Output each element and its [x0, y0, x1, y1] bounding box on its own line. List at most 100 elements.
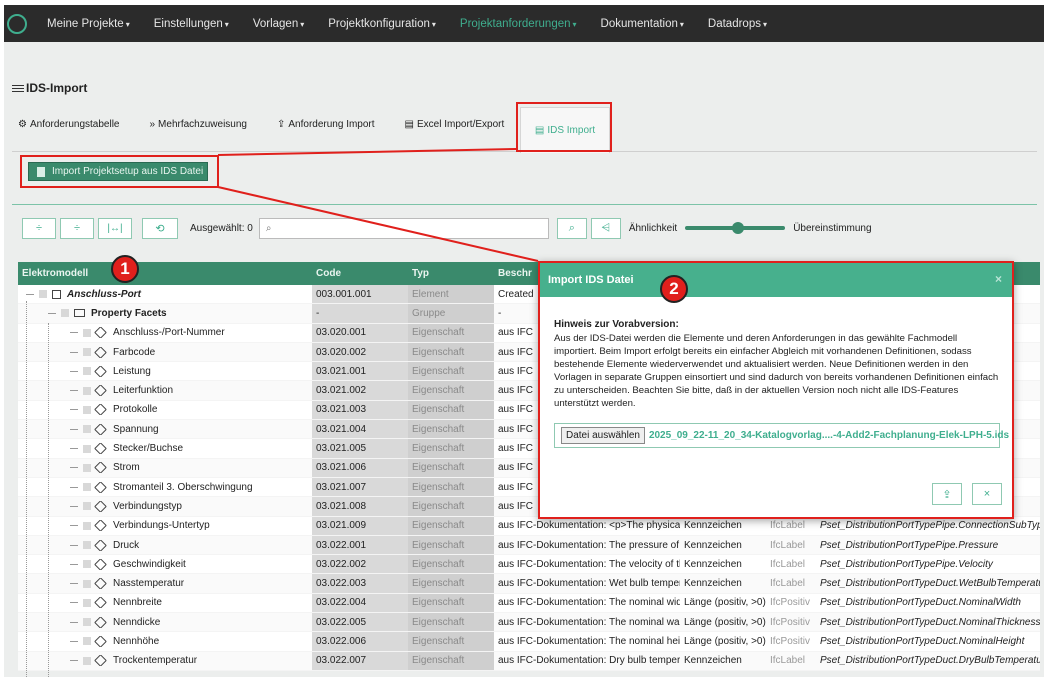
nav-projektkonfiguration[interactable]: Projektkonfiguration ▾: [328, 18, 436, 30]
nav-datadrops[interactable]: Datadrops ▾: [708, 18, 767, 30]
table-row[interactable]: Nennhöhe 03.022.006 Eigenschaft aus IFC-Dok…: [18, 632, 1040, 652]
table-row[interactable]: Trockentemperatur 03.022.007 Eigenschaft au…: [18, 651, 1040, 671]
row-name-label: Nennbreite: [113, 597, 162, 609]
row-code-cell: 03.021.002: [312, 381, 408, 400]
nav-einstellungen[interactable]: Einstellungen ▾: [154, 18, 229, 30]
row-name-cell: Stromanteil 3. Oberschwingung: [18, 481, 312, 493]
header-elektromodell[interactable]: Elektromodell: [18, 268, 312, 279]
row-checkbox[interactable]: [83, 425, 91, 434]
search-button[interactable]: ⌕: [556, 217, 587, 239]
close-icon[interactable]: ×: [995, 272, 1002, 286]
row-checkbox[interactable]: [83, 541, 91, 549]
nav-dokumentation[interactable]: Dokumentation ▾: [601, 18, 684, 30]
tree-connector: [70, 525, 78, 527]
app-logo-icon[interactable]: [7, 13, 27, 34]
row-checkbox[interactable]: [83, 444, 91, 453]
row-checkbox[interactable]: [83, 579, 91, 588]
row-checkbox[interactable]: [83, 521, 91, 530]
tag-icon: [94, 616, 107, 628]
row-checkbox[interactable]: [61, 309, 69, 318]
import-projektsetup-button[interactable]: Import Projektsetup aus IDS Datei: [28, 162, 208, 181]
choose-file-button[interactable]: Datei auswählen: [561, 427, 645, 445]
row-checkbox[interactable]: [83, 463, 91, 472]
tag-icon: [94, 558, 107, 570]
row-pset-cell: Pset_DistributionPortTypeDuct.NominalWid…: [820, 597, 1021, 609]
tab-anforderungstabelle[interactable]: ⚙ Anforderungstabelle: [18, 119, 119, 130]
row-checkbox[interactable]: [83, 618, 91, 627]
nav-projektanforderungen[interactable]: Projektanforderungen ▾: [460, 18, 577, 30]
tab-bar: ⚙ Anforderungstabelle » Mehrfachzuweisung …: [18, 107, 610, 153]
table-row[interactable]: Nasstemperatur 03.022.003 Eigenschaft aus I…: [18, 574, 1040, 594]
annotation-highlight-tab: [516, 102, 612, 152]
file-input[interactable]: Datei auswählen 2025_09_22-11_20_34-Kata…: [554, 423, 1009, 449]
row-name-cell: Verbindungs-Untertyp: [18, 520, 312, 532]
similarity-slider[interactable]: [685, 222, 786, 234]
table-row[interactable]: Nennbreite 03.022.004 Eigenschaft aus IFC-D…: [18, 593, 1040, 614]
row-checkbox[interactable]: [83, 502, 91, 511]
slider-knob[interactable]: [732, 222, 745, 234]
cancel-button[interactable]: ×: [972, 483, 1002, 505]
tree-connector: [70, 544, 78, 546]
row-datatype-cell: Kennzeichen: [684, 578, 742, 590]
page-title: IDS-Import: [12, 81, 87, 95]
row-checkbox[interactable]: [83, 348, 91, 357]
dialog-footer: ⇪ ×: [922, 483, 1002, 505]
table-row[interactable]: Verbindungs-Untertyp 03.021.009 Eigenschaf…: [18, 516, 1040, 536]
row-beschreibung-cell: aus IFC-Dokumentation: The nominal heig: [498, 635, 680, 647]
row-typ-cell: Eigenschaft: [408, 574, 494, 593]
header-code[interactable]: Code: [312, 268, 408, 279]
row-ifc-type-cell: IfcLabel: [770, 578, 806, 590]
collapse-all-button[interactable]: ÷: [60, 217, 94, 239]
tag-icon: [94, 481, 107, 493]
tab-anforderung-import[interactable]: ⇪ Anforderung Import: [277, 119, 375, 130]
table-row[interactable]: Druck 03.022.001 Eigenschaft aus IFC-Dokume…: [18, 535, 1040, 556]
table-row[interactable]: Nenndicke 03.022.005 Eigenschaft aus IFC-Do…: [18, 613, 1040, 633]
reset-button[interactable]: ⟲: [142, 217, 178, 239]
row-checkbox[interactable]: [83, 328, 91, 337]
tab-mehrfachzuweisung[interactable]: » Mehrfachzuweisung: [149, 119, 247, 130]
row-name-label: Property Facets: [91, 307, 167, 319]
tree-guide-line: [26, 301, 27, 677]
row-datatype-cell: Kennzeichen: [684, 655, 742, 667]
row-checkbox[interactable]: [83, 598, 91, 607]
upload-button[interactable]: ⇪: [932, 483, 962, 505]
row-name-cell: Stecker/Buchse: [18, 443, 312, 455]
row-checkbox[interactable]: [83, 656, 91, 665]
row-datatype-cell: Länge (positiv, >0): [684, 597, 766, 609]
row-checkbox[interactable]: [39, 290, 47, 299]
header-typ[interactable]: Typ: [408, 268, 494, 279]
row-checkbox[interactable]: [83, 386, 91, 395]
chevron-down-icon: ▾: [300, 19, 305, 29]
row-code-cell: 03.021.006: [312, 458, 408, 477]
row-name-label: Farbcode: [113, 346, 156, 358]
tab-excel-import-export[interactable]: ▤ Excel Import/Export: [405, 119, 505, 130]
filter-button[interactable]: ⩤: [590, 217, 621, 239]
row-checkbox[interactable]: [83, 405, 91, 414]
chevron-down-icon: ▾: [125, 19, 130, 29]
row-typ-cell: Eigenschaft: [408, 323, 494, 342]
row-typ-cell: Element: [408, 285, 494, 304]
table-row[interactable]: Geschwindigkeit 03.022.002 Eigenschaft aus …: [18, 555, 1040, 575]
tree-connector: [70, 602, 78, 604]
row-code-cell: 03.022.004: [312, 593, 408, 613]
tag-icon: [94, 500, 107, 512]
dialog-header: Import IDS Datei ×: [540, 263, 1012, 297]
search-input[interactable]: ⌕: [258, 217, 549, 239]
table-toolbar: ÷ ÷ |↔| ⟲ Ausgewählt: 0 ⌕ ⌕ ⩤ Ähnlichkei…: [22, 217, 880, 239]
nav-meine-projekte[interactable]: Meine Projekte ▾: [47, 18, 130, 30]
tree-connector: [70, 332, 78, 334]
nav-vorlagen[interactable]: Vorlagen ▾: [253, 18, 304, 30]
menu-icon[interactable]: [12, 83, 24, 94]
tree-connector: [70, 583, 78, 585]
row-typ-cell: Eigenschaft: [408, 342, 494, 362]
row-checkbox[interactable]: [83, 560, 91, 569]
row-checkbox[interactable]: [83, 367, 91, 376]
import-ids-dialog: Import IDS Datei × Hinweis zur Vorabvers…: [538, 261, 1014, 519]
row-checkbox[interactable]: [83, 483, 91, 492]
row-name-cell: Strom: [18, 462, 312, 474]
row-typ-cell: Eigenschaft: [408, 420, 494, 439]
row-checkbox[interactable]: [83, 637, 91, 646]
fit-width-button[interactable]: |↔|: [98, 217, 132, 239]
undo-icon: ⟲: [155, 222, 165, 235]
expand-all-button[interactable]: ÷: [22, 217, 56, 239]
